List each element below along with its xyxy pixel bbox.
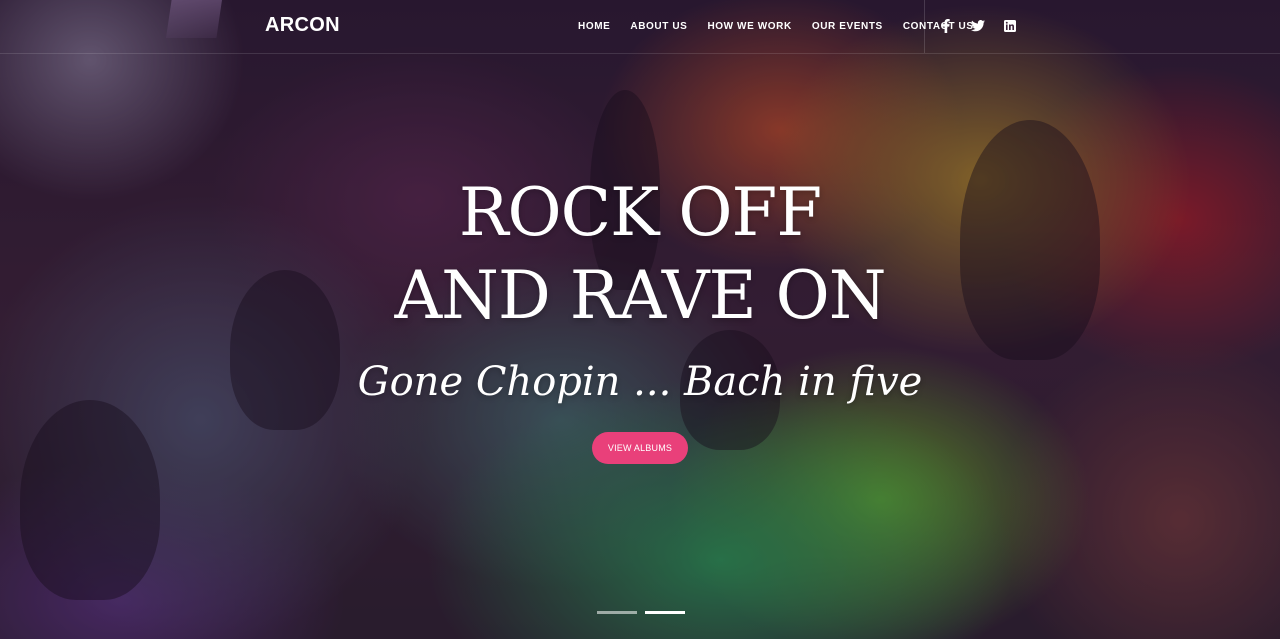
hero-subtitle: Gone Chopin ... Bach in five bbox=[357, 359, 923, 405]
hero-title-line-1: ROCK OFF bbox=[458, 174, 822, 251]
slider-dot-1[interactable] bbox=[597, 611, 637, 614]
slider-dot-2[interactable] bbox=[645, 611, 685, 614]
view-albums-button[interactable]: VIEW ALBUMS bbox=[592, 432, 688, 464]
slider-pagination bbox=[597, 611, 685, 614]
hero-content: ROCK OFF AND RAVE ON Gone Chopin ... Bac… bbox=[0, 0, 1280, 639]
hero-title-line-2: AND RAVE ON bbox=[394, 257, 886, 334]
hero-section: ARCON HOME ABOUT US HOW WE WORK OUR EVEN… bbox=[0, 0, 1280, 639]
